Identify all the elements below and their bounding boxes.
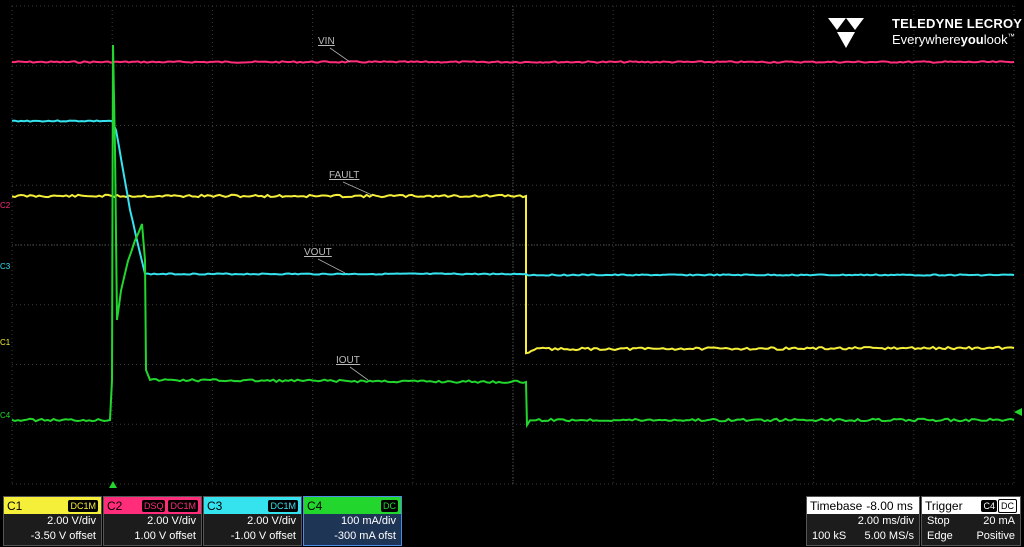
vin-label: VIN (318, 36, 335, 47)
timebase-scale: 2.00 ms/div (857, 515, 914, 527)
channel-c1-panel[interactable]: C1 DC1M 2.00 V/div -3.50 V offset (3, 496, 102, 546)
trigger-slope: Positive (976, 530, 1015, 542)
channel-name: C1 (7, 498, 23, 513)
coupling-badge: DC1M (68, 499, 98, 512)
dsq-badge: DSQ (141, 499, 166, 512)
vin-trace (11, 60, 1015, 64)
channel-c4-header: C4 DC (304, 497, 401, 514)
channel-c3-header: C3 DC1M (204, 497, 301, 514)
channel-scale: 2.00 V/div (47, 515, 96, 527)
channel-c3-panel[interactable]: C3 DC1M 2.00 V/div -1.00 V offset (203, 496, 302, 546)
channel-scale: 2.00 V/div (147, 515, 196, 527)
trigger-type: Edge (927, 530, 953, 542)
timebase-label: Timebase (810, 498, 863, 513)
timebase-delay: -8.00 ms (866, 498, 913, 513)
channel-offset: -300 mA ofst (334, 530, 396, 542)
c4-marker: C4 (0, 411, 11, 420)
oscilloscope-display: VIN FAULT VOUT IOUT C2 C3 C1 C4 (0, 0, 1024, 547)
channel-offset: 1.00 V offset (134, 530, 196, 542)
teledyne-lecroy-logo: TELEDYNE LECROY Everywhereyoulook™ (826, 14, 1022, 50)
tagline-bold: you (960, 32, 984, 47)
channel-c2-header: C2 DSQ DC1M (104, 497, 201, 514)
trigger-panel[interactable]: Trigger C4 DC Stop 20 mA Edge Positive (921, 496, 1021, 546)
coupling-badge: DC1M (168, 499, 198, 512)
brand-name: TELEDYNE LECROY (892, 16, 1023, 31)
brand-tagline: Everywhereyoulook™ (892, 32, 1015, 47)
trademark: ™ (1007, 33, 1015, 41)
coupling-badge: DC (381, 499, 398, 512)
trigger-header: Trigger C4 DC (922, 497, 1020, 514)
channel-c4-panel[interactable]: C4 DC 100 mA/div -300 mA ofst (303, 496, 402, 546)
coupling-badge: DC1M (268, 499, 298, 512)
channel-name: C4 (307, 498, 323, 513)
timebase-panel[interactable]: Timebase -8.00 ms 2.00 ms/div 100 kS 5.0… (806, 496, 920, 546)
trigger-mode: Stop (927, 515, 950, 527)
timebase-header: Timebase -8.00 ms (807, 497, 919, 514)
teledyne-logo-icon (828, 18, 864, 48)
trigger-level: 20 mA (983, 515, 1015, 527)
channel-name: C2 (107, 498, 123, 513)
tagline-part: look (983, 32, 1008, 47)
c1-marker: C1 (0, 338, 11, 347)
channel-offset: -1.00 V offset (230, 530, 296, 542)
channel-name: C3 (207, 498, 223, 513)
c2-marker: C2 (0, 201, 11, 210)
timebase-rate: 5.00 MS/s (864, 530, 914, 542)
fault-label: FAULT (329, 170, 359, 181)
channel-scale: 2.00 V/div (247, 515, 296, 527)
iout-label: IOUT (336, 355, 360, 366)
trigger-source-badge: C4 (981, 499, 997, 512)
vout-label: VOUT (304, 247, 332, 258)
tagline-part: Everywhere (892, 32, 961, 47)
channel-c1-header: C1 DC1M (4, 497, 101, 514)
channel-c2-panel[interactable]: C2 DSQ DC1M 2.00 V/div 1.00 V offset (103, 496, 202, 546)
channel-scale: 100 mA/div (340, 515, 396, 527)
channel-offset: -3.50 V offset (30, 530, 96, 542)
trigger-label: Trigger (925, 498, 963, 513)
c3-marker: C3 (0, 262, 11, 271)
timebase-samples: 100 kS (812, 530, 847, 542)
trigger-coupling-badge: DC (998, 498, 1017, 513)
